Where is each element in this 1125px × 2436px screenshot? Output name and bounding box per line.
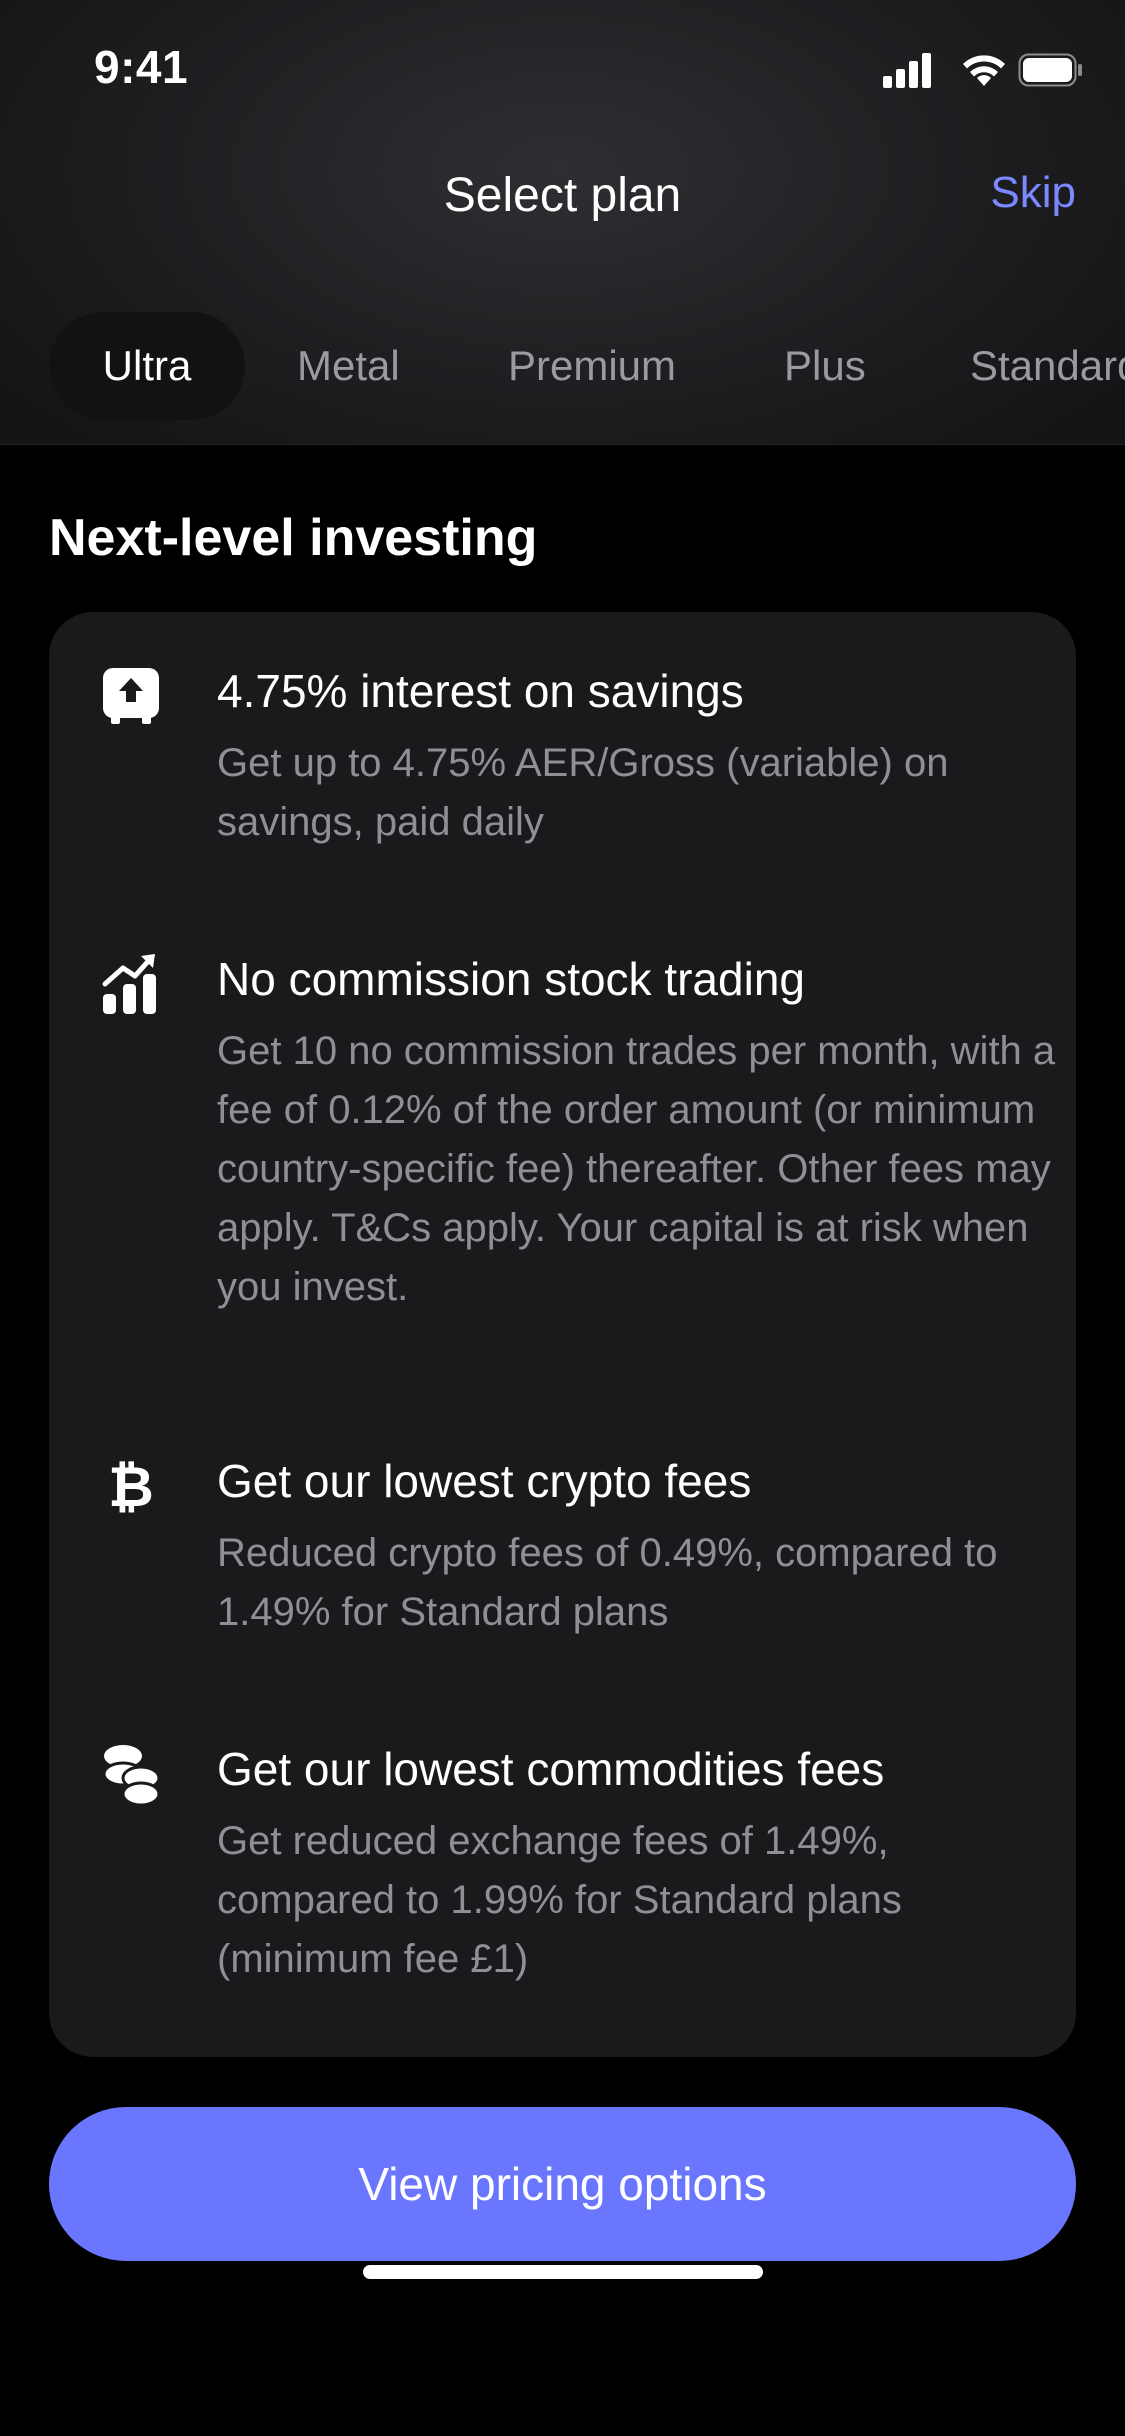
tab-standard[interactable]: Standard bbox=[970, 312, 1125, 420]
wifi-icon bbox=[963, 55, 1005, 86]
tab-ultra[interactable]: Ultra bbox=[49, 312, 245, 420]
feature-description: Get up to 4.75% AER/Gross (variable) on … bbox=[217, 741, 949, 844]
feature-description: Get 10 no commission trades per month, w… bbox=[217, 1029, 1056, 1309]
bitcoin-icon: ₿ bbox=[101, 1454, 161, 1520]
status-time: 9:41 bbox=[94, 41, 189, 93]
header: 9:41 Select plan Skip Ultra Metal Premiu… bbox=[0, 0, 1125, 445]
feature-title: No commission stock trading bbox=[217, 953, 805, 1005]
home-indicator bbox=[363, 2265, 763, 2279]
skip-button[interactable]: Skip bbox=[990, 168, 1076, 218]
feature-title: Get our lowest crypto fees bbox=[217, 1455, 752, 1507]
feature-description: Reduced crypto fees of 0.49%, compared t… bbox=[217, 1531, 998, 1634]
stock-chart-icon bbox=[101, 952, 161, 1014]
view-pricing-options-button[interactable]: View pricing options bbox=[49, 2107, 1076, 2261]
section-title: Next-level investing bbox=[49, 509, 538, 567]
coins-icon bbox=[101, 1742, 161, 1807]
tab-premium[interactable]: Premium bbox=[508, 312, 676, 420]
plan-tabs: Ultra Metal Premium Plus Standard bbox=[0, 312, 1125, 420]
feature-title: 4.75% interest on savings bbox=[217, 665, 744, 717]
battery-icon bbox=[1018, 53, 1082, 87]
tab-metal[interactable]: Metal bbox=[297, 312, 400, 420]
cellular-signal-icon bbox=[883, 53, 931, 88]
features-card: 4.75% interest on savings Get up to 4.75… bbox=[49, 612, 1076, 2057]
page-title: Select plan bbox=[443, 169, 682, 222]
tab-plus[interactable]: Plus bbox=[784, 312, 866, 420]
feature-title: Get our lowest commodities fees bbox=[217, 1743, 885, 1795]
savings-jar-icon bbox=[101, 664, 161, 724]
status-icons bbox=[883, 50, 1083, 90]
feature-description: Get reduced exchange fees of 1.49%, comp… bbox=[217, 1819, 902, 1981]
svg-text:₿: ₿ bbox=[108, 1455, 154, 1518]
